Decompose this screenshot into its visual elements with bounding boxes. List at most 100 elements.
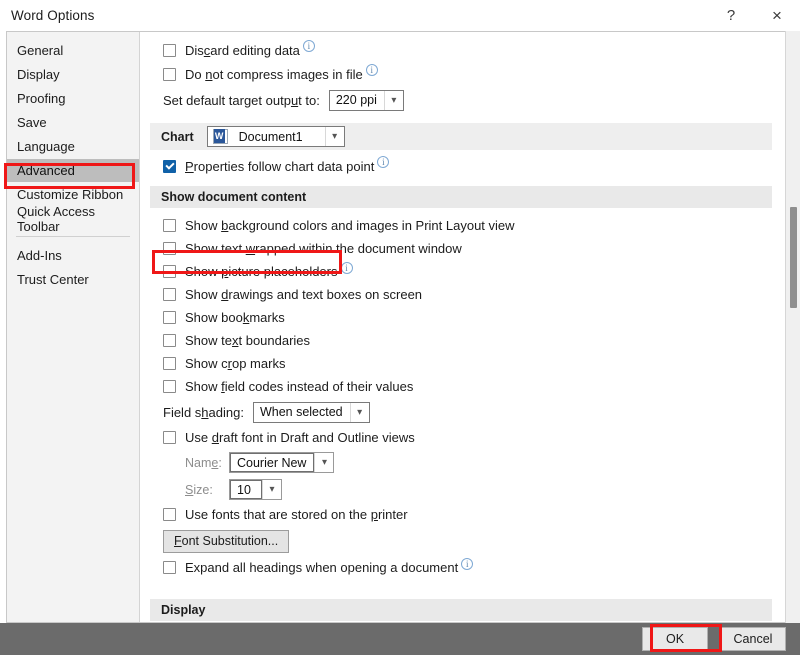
window-controls: ? × (708, 0, 800, 31)
checkbox-row-printer-fonts[interactable]: Use fonts that are stored on the printer (141, 503, 788, 526)
checkbox-row-show-field-codes[interactable]: Show field codes instead of their values (141, 375, 788, 398)
sidebar-item-label: Save (17, 115, 47, 130)
label-part: roperties follow chart data point (193, 158, 375, 174)
cancel-button[interactable]: Cancel (720, 627, 786, 651)
checkbox-do-not-compress-images[interactable] (163, 67, 176, 81)
label-part: ont Substitution... (181, 534, 279, 548)
sidebar-item-proofing[interactable]: Proofing (7, 87, 139, 110)
accelerator-key: p (370, 507, 378, 522)
checkbox-show-text-boundaries[interactable] (163, 334, 176, 347)
checkbox-show-background-colors[interactable] (163, 219, 176, 232)
sidebar-item-general[interactable]: General (7, 39, 139, 62)
font-substitution-row: Font Substitution... (141, 526, 788, 556)
label-part: rinter (377, 507, 408, 522)
close-icon[interactable]: × (754, 0, 800, 31)
sidebar-item-advanced[interactable]: Advanced (7, 159, 139, 182)
checkbox-show-picture-placeholders[interactable] (163, 265, 176, 278)
label-part: Show boo (185, 310, 243, 325)
info-icon[interactable]: i (377, 156, 390, 168)
label-part: Field s (163, 404, 202, 420)
chevron-down-icon: ▾ (324, 127, 344, 146)
label-part: ize: (193, 482, 213, 497)
chart-document-dropdown[interactable]: Document1 ▾ (206, 126, 345, 147)
chevron-down-icon: ▾ (349, 402, 369, 422)
sidebar-item-quick-access-toolbar[interactable]: Quick Access Toolbar (7, 204, 139, 234)
sidebar-item-label: Advanced (17, 163, 75, 178)
checkbox-row-do-not-compress-images[interactable]: Do not compress images in file i (141, 62, 788, 86)
checkbox-row-show-drawings[interactable]: Show drawings and text boxes on screen (141, 283, 788, 306)
sidebar-item-save[interactable]: Save (7, 111, 139, 134)
accelerator-key: h (201, 404, 209, 420)
target-output-value: 220 ppi (335, 93, 377, 107)
label-part: ackground colors and images in Print Lay… (228, 218, 515, 233)
checkbox-use-draft-font[interactable] (163, 431, 176, 444)
checkbox-row-expand-headings[interactable]: Expand all headings when opening a docum… (141, 556, 788, 579)
checkbox-expand-all-headings[interactable] (163, 561, 176, 574)
info-icon[interactable]: i (302, 40, 315, 52)
sidebar-item-add-ins[interactable]: Add-Ins (7, 244, 139, 267)
sidebar-item-trust-center[interactable]: Trust Center (7, 268, 139, 291)
dialog-footer: OK Cancel (0, 623, 800, 655)
field-shading-dropdown[interactable]: When selected ▾ (252, 401, 370, 423)
label-part: Show te (185, 333, 232, 348)
font-name-label: Name: (185, 456, 229, 470)
checkbox-row-use-draft-font[interactable]: Use draft font in Draft and Outline view… (141, 426, 788, 449)
sidebar-item-label: Quick Access Toolbar (17, 203, 96, 234)
label-part: marks (249, 310, 285, 325)
info-icon[interactable]: i (340, 262, 353, 274)
checkbox-row-show-text-wrapped[interactable]: Show text wrapped within the document wi… (141, 237, 788, 260)
accelerator-key: w (245, 241, 256, 256)
info-icon[interactable]: i (461, 558, 474, 570)
scrollbar-thumb[interactable] (790, 207, 797, 308)
label-part: Do (185, 66, 206, 82)
label-part: ading: (208, 404, 244, 420)
font-substitution-button[interactable]: Font Substitution... (163, 529, 290, 553)
word-options-dialog: Word Options ? × General Display Proofin… (0, 0, 800, 655)
checkbox-show-crop-marks[interactable] (163, 357, 176, 370)
checkbox-row-discard-editing-data[interactable]: Discard editing data i (141, 38, 788, 62)
label-part: ot compress images in file (212, 66, 363, 82)
checkbox-discard-editing-data[interactable] (163, 43, 176, 57)
checkbox-row-show-text-boundaries[interactable]: Show text boundaries (141, 329, 788, 352)
dialog-body: General Display Proofing Save Language A… (6, 31, 800, 623)
checkbox-show-bookmarks[interactable] (163, 311, 176, 324)
sidebar-item-display[interactable]: Display (7, 63, 139, 86)
section-header-display: Display (150, 599, 772, 621)
checkbox-show-field-codes[interactable] (163, 380, 176, 393)
checkbox-row-show-background-colors[interactable]: Show background colors and images in Pri… (141, 214, 788, 237)
accelerator-key: F (174, 534, 182, 548)
field-shading-value: When selected (259, 405, 343, 419)
font-size-dropdown[interactable]: 10 ▾ (229, 479, 282, 500)
checkbox-row-show-bookmarks[interactable]: Show bookmarks (141, 306, 788, 329)
ok-button[interactable]: OK (642, 627, 708, 651)
sidebar-item-language[interactable]: Language (7, 135, 139, 158)
checkbox-row-show-picture-placeholders[interactable]: Show picture placeholders i (141, 260, 788, 283)
content-scrollbar[interactable] (785, 31, 800, 623)
chart-section-title: Chart (161, 129, 194, 144)
font-name-dropdown[interactable]: Courier New ▾ (229, 452, 335, 473)
label-part: ard editing data (210, 42, 300, 58)
label-part: Show text (185, 241, 246, 256)
sidebar-item-label: Customize Ribbon (17, 187, 124, 202)
label-part: Set default target outp (163, 92, 291, 108)
chart-section-bar: Chart Document1 ▾ (150, 123, 772, 150)
chevron-down-icon: ▾ (262, 480, 281, 499)
help-icon[interactable]: ? (708, 0, 754, 31)
checkbox-use-printer-fonts[interactable] (163, 508, 176, 521)
sidebar-item-label: Add-Ins (17, 248, 62, 263)
checkbox-properties-follow-chart-data-point[interactable] (163, 159, 176, 173)
label-part: Show (185, 218, 222, 233)
checkbox-show-drawings[interactable] (163, 288, 176, 301)
label-part: Use fonts that are stored on the (185, 507, 371, 522)
checkbox-row-properties-follow-chart[interactable]: Properties follow chart data point i (141, 154, 788, 178)
accelerator-key: P (185, 158, 194, 174)
info-icon[interactable]: i (365, 64, 378, 76)
checkbox-row-show-crop-marks[interactable]: Show crop marks (141, 352, 788, 375)
accelerator-key: d (211, 430, 219, 445)
label-part: raft font in Draft and Outline views (218, 430, 415, 445)
options-content-pane: Discard editing data i Do not compress i… (141, 32, 788, 622)
label-part: t to: (298, 92, 320, 108)
checkbox-show-text-wrapped[interactable] (163, 242, 176, 255)
window-title: Word Options (11, 8, 95, 23)
target-output-dropdown[interactable]: 220 ppi ▾ (328, 89, 404, 111)
